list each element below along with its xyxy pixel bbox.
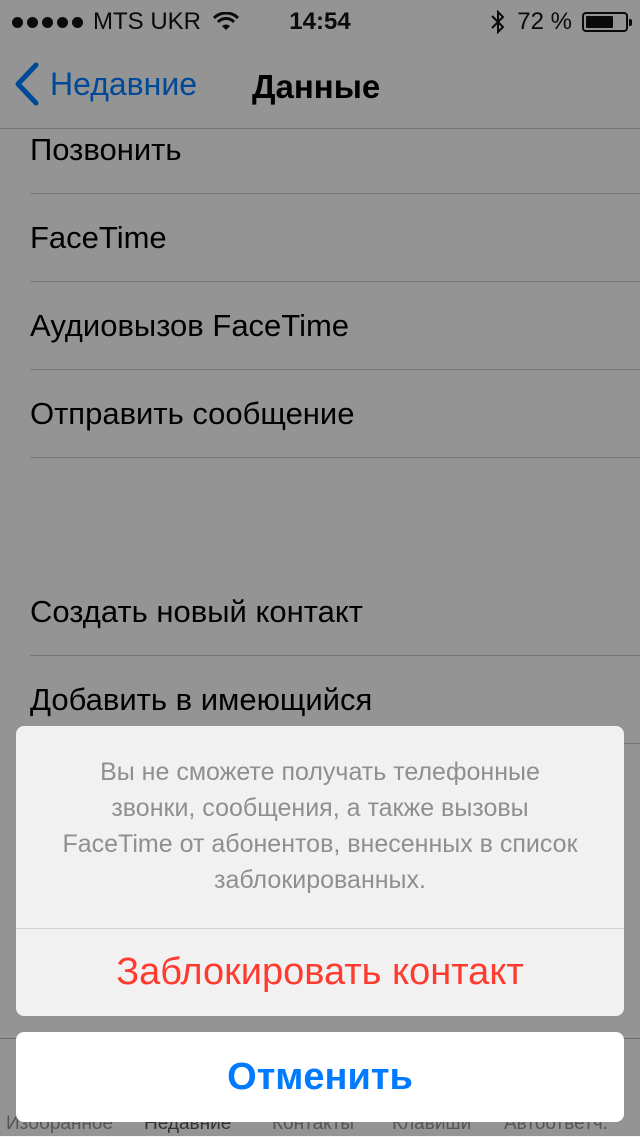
block-contact-button[interactable]: Заблокировать контакт <box>16 929 624 1016</box>
action-sheet: Вы не сможете получать телефонные звонки… <box>16 726 624 1016</box>
cancel-button[interactable]: Отменить <box>16 1032 624 1122</box>
action-sheet-message: Вы не сможете получать телефонные звонки… <box>62 758 578 894</box>
